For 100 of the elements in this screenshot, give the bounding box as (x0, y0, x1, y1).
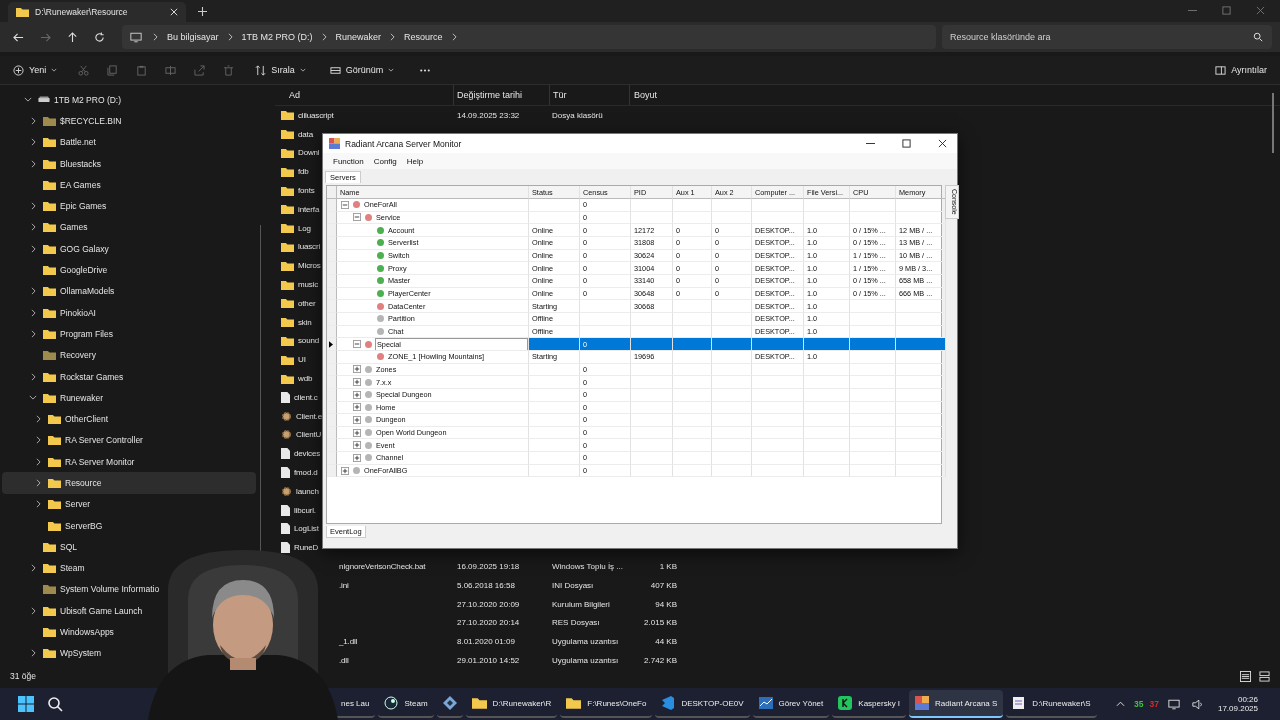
forward-arrow-icon[interactable] (40, 31, 51, 43)
rename-icon[interactable] (165, 64, 177, 76)
monitor-icon[interactable] (1167, 698, 1180, 710)
sidebar-item[interactable]: OllamaModels (2, 280, 119, 302)
expander-icon[interactable] (341, 200, 349, 209)
file-name[interactable]: cliluascript (298, 110, 334, 120)
clipboard-icon[interactable] (136, 64, 148, 76)
sidebar-item[interactable]: $RECYCLE.BIN (2, 110, 126, 132)
file-name[interactable]: fmod.d (294, 468, 318, 478)
taskbar-button[interactable]: Steam (378, 690, 434, 718)
tray-counter[interactable]: 35 (1134, 699, 1144, 709)
breadcrumb-item[interactable]: Bu bilgisayar (167, 32, 219, 42)
details-button[interactable]: Ayrıntılar (1212, 62, 1270, 78)
search-field[interactable]: Resource klasöründe ara (942, 25, 1272, 49)
sidebar-item[interactable]: Server (2, 493, 95, 515)
column-header[interactable]: Tür (549, 85, 629, 105)
more-icon[interactable] (419, 68, 432, 72)
sidebar-item[interactable]: Program Files (2, 323, 117, 345)
close-icon[interactable] (938, 139, 947, 148)
chevron-icon[interactable] (153, 33, 158, 41)
taskbar-button[interactable]: DESKTOP-OE0V (655, 690, 750, 718)
expander-icon[interactable] (353, 340, 361, 349)
taskbar-button[interactable]: Görev Yönet (752, 690, 830, 718)
file-name[interactable]: Client.e (296, 411, 322, 421)
file-name[interactable]: wdb (298, 374, 313, 384)
sidebar-item[interactable]: Battle.net (2, 131, 100, 153)
view-button[interactable]: Görünüm (326, 62, 398, 78)
taskbar-button[interactable]: D:\Runewaker\R (465, 690, 558, 718)
chevron-icon[interactable] (321, 33, 327, 41)
file-name[interactable]: interfa (298, 204, 320, 214)
file-name[interactable]: launch (296, 486, 319, 496)
file-name[interactable]: UI (298, 355, 306, 365)
menu-item[interactable]: Help (406, 156, 424, 166)
caret-up-icon[interactable] (1116, 701, 1125, 707)
sidebar-item[interactable]: Recovery (2, 344, 100, 366)
chevron-icon[interactable] (30, 606, 36, 615)
sidebar-item[interactable]: Epic Games (2, 195, 111, 217)
chevron-icon[interactable] (451, 33, 457, 41)
chevron-icon[interactable] (35, 479, 41, 487)
sidebar-item[interactable]: Steam (2, 557, 89, 579)
sidebar-item[interactable]: GOG Galaxy (2, 238, 113, 260)
search-icon[interactable] (47, 696, 63, 712)
file-name[interactable]: libcurl. (294, 505, 316, 515)
sidebar-item[interactable]: 1TB M2 PRO (D:) (2, 89, 126, 111)
refresh-icon[interactable] (94, 31, 105, 43)
file-name[interactable]: data (298, 129, 313, 139)
file-name[interactable]: fdb (298, 167, 309, 177)
chevron-icon[interactable] (390, 33, 396, 41)
chevron-icon[interactable] (30, 649, 36, 658)
sidebar-item[interactable]: Resource (2, 472, 256, 494)
sidebar-item[interactable]: GoogleDrive (2, 259, 112, 281)
file-name[interactable]: devices (294, 449, 321, 459)
file-name[interactable]: Log (298, 223, 311, 233)
chevron-icon[interactable] (29, 395, 37, 401)
new-button[interactable]: Yeni (10, 62, 61, 78)
expander-icon[interactable] (353, 365, 361, 374)
file-name[interactable]: client.c (294, 392, 318, 402)
sidebar-item[interactable]: System Volume Informatio (2, 578, 164, 601)
chevron-icon[interactable] (30, 223, 36, 232)
row-header[interactable] (327, 338, 337, 351)
chevron-icon[interactable] (24, 97, 32, 103)
sidebar-item[interactable]: PinokioAI (2, 301, 100, 324)
maximize-icon[interactable] (902, 139, 911, 148)
file-name[interactable]: skin (298, 317, 312, 327)
sidebar-item[interactable]: RA Server Controller (2, 429, 147, 452)
chevron-icon[interactable] (30, 159, 36, 168)
file-name[interactable]: sound (298, 336, 320, 346)
file-name[interactable]: RuneD (294, 543, 319, 553)
speaker-icon[interactable] (1191, 698, 1204, 710)
taskbar-button[interactable]: Kaspersky I (832, 690, 907, 718)
expander-icon[interactable] (353, 390, 361, 399)
chevron-icon[interactable] (30, 308, 36, 317)
file-name[interactable]: .ini (339, 580, 349, 590)
sidebar-item[interactable]: Bluestacks (2, 152, 106, 175)
expander-icon[interactable] (353, 453, 361, 462)
sidebar-item[interactable]: Runewaker (2, 387, 107, 409)
file-name[interactable]: _1.dll (339, 637, 358, 647)
breadcrumb-item[interactable]: Runewaker (335, 32, 382, 42)
file-name[interactable]: nIgnoreVerisonCheck.bat (339, 562, 426, 571)
sort-button[interactable]: Sırala (252, 62, 309, 78)
breadcrumb-item[interactable]: Resource (404, 32, 443, 42)
list-view-icon[interactable] (1240, 670, 1251, 682)
file-name[interactable]: Downl (298, 148, 320, 158)
file-name[interactable]: luascri (298, 242, 321, 252)
sidebar-item[interactable]: WpSystem (2, 642, 106, 664)
menu-item[interactable]: Config (373, 156, 397, 166)
file-name[interactable]: ClientU (296, 430, 322, 440)
taskbar-button[interactable]: F:\Runes\OneFo (560, 690, 653, 718)
expander-icon[interactable] (353, 416, 361, 424)
breadcrumb-item[interactable]: 1TB M2 PRO (D:) (241, 32, 313, 42)
chevron-icon[interactable] (35, 500, 41, 509)
file-name[interactable]: Micros (298, 261, 321, 271)
chevron-icon[interactable] (227, 33, 233, 41)
column-header[interactable]: Boyut (629, 85, 681, 105)
address-bar[interactable]: Bu bilgisayar 1TB M2 PRO (D:) Runewaker Resource (122, 25, 936, 49)
expander-icon[interactable] (353, 378, 361, 386)
column-header[interactable]: Ad (275, 90, 453, 100)
chevron-icon[interactable] (30, 244, 36, 253)
tiles-view-icon[interactable] (1259, 670, 1270, 682)
chevron-icon[interactable] (30, 564, 36, 573)
